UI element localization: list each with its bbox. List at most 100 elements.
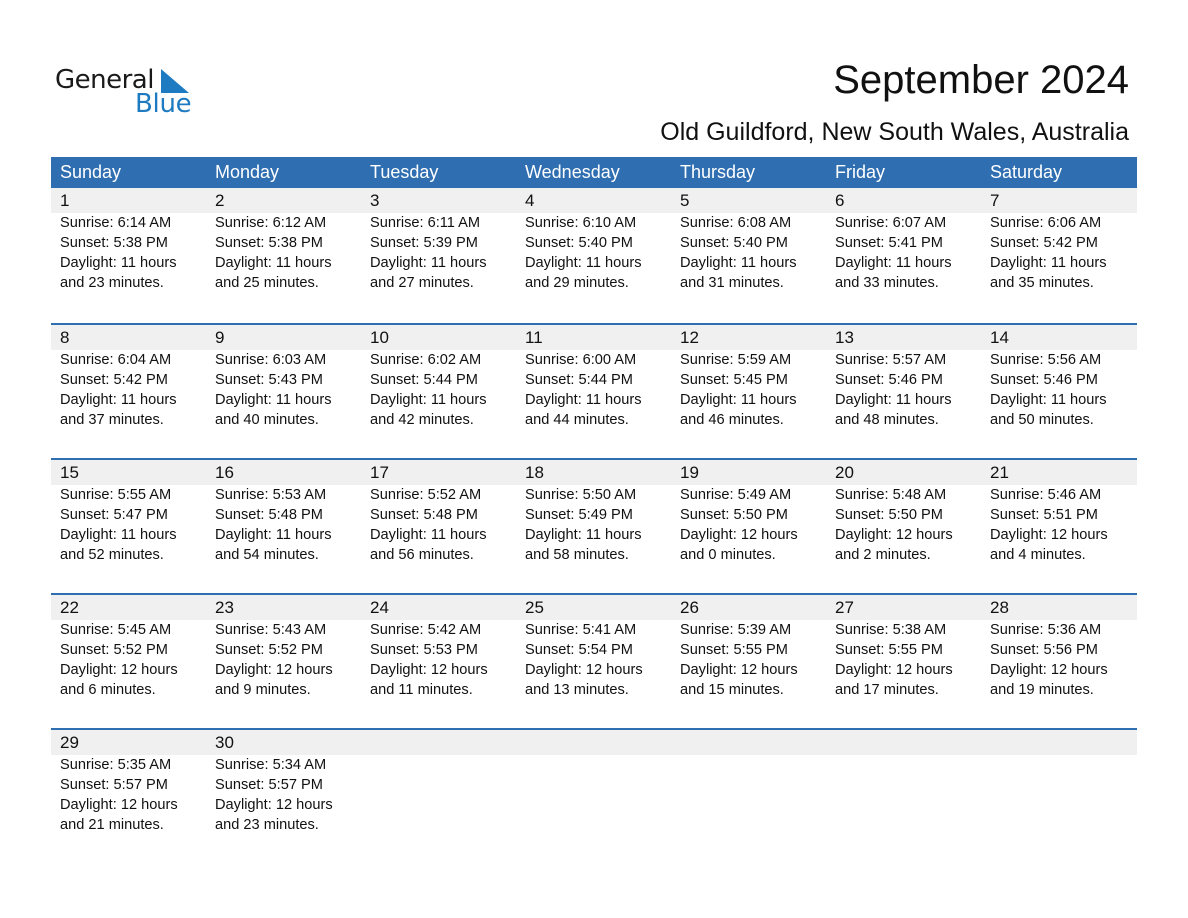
daylight-text: Daylight: 11 hours xyxy=(370,255,487,271)
day-cell: 16 Sunrise: 5:53 AM Sunset: 5:48 PM Dayligh… xyxy=(206,460,361,565)
sunset-text: Sunset: 5:42 PM xyxy=(60,372,168,388)
day-cell: 26 Sunrise: 5:39 AM Sunset: 5:55 PM Dayligh… xyxy=(671,595,826,700)
week-days: 29 Sunrise: 5:35 AM Sunset: 5:57 PM Dayligh… xyxy=(51,730,1137,835)
daylight-minutes-text: and 31 minutes. xyxy=(680,275,784,291)
daylight-minutes-text: and 54 minutes. xyxy=(215,547,319,563)
sunset-text: Sunset: 5:44 PM xyxy=(525,372,633,388)
sunrise-text: Sunrise: 6:03 AM xyxy=(215,352,327,368)
daylight-minutes-text: and 50 minutes. xyxy=(990,412,1094,428)
day-number: 30 xyxy=(215,733,234,752)
week-days: 1 Sunrise: 6:14 AM Sunset: 5:38 PM Daylight… xyxy=(51,188,1137,293)
day-number: 13 xyxy=(835,328,854,347)
sunrise-text: Sunrise: 6:12 AM xyxy=(215,215,327,231)
weeks-container: 1 Sunrise: 6:14 AM Sunset: 5:38 PM Daylight… xyxy=(51,188,1137,863)
day-cell: 10 Sunrise: 6:02 AM Sunset: 5:44 PM Dayligh… xyxy=(361,325,516,430)
day-cell: 19 Sunrise: 5:49 AM Sunset: 5:50 PM Dayligh… xyxy=(671,460,826,565)
day-cell: 18 Sunrise: 5:50 AM Sunset: 5:49 PM Dayligh… xyxy=(516,460,671,565)
sunset-text: Sunset: 5:41 PM xyxy=(835,235,943,251)
empty-day-cell xyxy=(981,730,1136,835)
day-cell: 1 Sunrise: 6:14 AM Sunset: 5:38 PM Daylight… xyxy=(51,188,206,293)
week-row: 29 Sunrise: 5:35 AM Sunset: 5:57 PM Dayligh… xyxy=(51,728,1137,863)
sunset-text: Sunset: 5:52 PM xyxy=(60,642,168,658)
day-cell: 24 Sunrise: 5:42 AM Sunset: 5:53 PM Dayligh… xyxy=(361,595,516,700)
logo: General Blue xyxy=(55,64,205,120)
sunrise-text: Sunrise: 6:06 AM xyxy=(990,215,1102,231)
day-cell: 11 Sunrise: 6:00 AM Sunset: 5:44 PM Dayligh… xyxy=(516,325,671,430)
sunset-text: Sunset: 5:44 PM xyxy=(370,372,478,388)
weekday-header-sunday: Sunday xyxy=(60,162,122,182)
day-cell: 8 Sunrise: 6:04 AM Sunset: 5:42 PM Daylight… xyxy=(51,325,206,430)
daylight-text: Daylight: 12 hours xyxy=(680,662,798,678)
day-cell: 29 Sunrise: 5:35 AM Sunset: 5:57 PM Dayligh… xyxy=(51,730,206,835)
daylight-minutes-text: and 23 minutes. xyxy=(215,817,319,833)
day-number: 21 xyxy=(990,463,1009,482)
day-cell: 27 Sunrise: 5:38 AM Sunset: 5:55 PM Dayligh… xyxy=(826,595,981,700)
day-cell: 6 Sunrise: 6:07 AM Sunset: 5:41 PM Daylight… xyxy=(826,188,981,293)
day-number: 27 xyxy=(835,598,854,617)
daylight-text: Daylight: 11 hours xyxy=(215,255,332,271)
daylight-minutes-text: and 19 minutes. xyxy=(990,682,1094,698)
daylight-text: Daylight: 11 hours xyxy=(525,527,642,543)
daylight-minutes-text: and 13 minutes. xyxy=(525,682,629,698)
logo-word-blue: Blue xyxy=(135,89,192,119)
weekday-header-row: Sunday Monday Tuesday Wednesday Thursday… xyxy=(51,157,1137,188)
daylight-minutes-text: and 42 minutes. xyxy=(370,412,474,428)
sunset-text: Sunset: 5:57 PM xyxy=(215,777,323,793)
day-number: 14 xyxy=(990,328,1009,347)
day-cell: 15 Sunrise: 5:55 AM Sunset: 5:47 PM Dayligh… xyxy=(51,460,206,565)
daylight-minutes-text: and 21 minutes. xyxy=(60,817,164,833)
sunrise-text: Sunrise: 6:07 AM xyxy=(835,215,947,231)
weekday-header-friday: Friday xyxy=(835,162,886,182)
day-number: 7 xyxy=(990,191,1000,210)
day-cell: 30 Sunrise: 5:34 AM Sunset: 5:57 PM Dayligh… xyxy=(206,730,361,835)
sunrise-text: Sunrise: 5:41 AM xyxy=(525,622,637,638)
sunset-text: Sunset: 5:55 PM xyxy=(680,642,788,658)
daylight-text: Daylight: 12 hours xyxy=(60,662,178,678)
sunset-text: Sunset: 5:55 PM xyxy=(835,642,943,658)
day-cell: 22 Sunrise: 5:45 AM Sunset: 5:52 PM Dayligh… xyxy=(51,595,206,700)
sunset-text: Sunset: 5:46 PM xyxy=(835,372,943,388)
sunrise-text: Sunrise: 6:14 AM xyxy=(60,215,172,231)
sunrise-text: Sunrise: 6:02 AM xyxy=(370,352,482,368)
sunrise-text: Sunrise: 5:56 AM xyxy=(990,352,1102,368)
daylight-minutes-text: and 52 minutes. xyxy=(60,547,164,563)
sunset-text: Sunset: 5:48 PM xyxy=(370,507,478,523)
day-number: 6 xyxy=(835,191,845,210)
daylight-minutes-text: and 0 minutes. xyxy=(680,547,776,563)
daylight-minutes-text: and 46 minutes. xyxy=(680,412,784,428)
daylight-text: Daylight: 11 hours xyxy=(990,255,1107,271)
week-row: 15 Sunrise: 5:55 AM Sunset: 5:47 PM Dayligh… xyxy=(51,458,1137,593)
daylight-text: Daylight: 12 hours xyxy=(215,662,333,678)
daylight-text: Daylight: 11 hours xyxy=(370,392,487,408)
daylight-minutes-text: and 35 minutes. xyxy=(990,275,1094,291)
daylight-minutes-text: and 6 minutes. xyxy=(60,682,156,698)
daylight-text: Daylight: 11 hours xyxy=(215,527,332,543)
day-cell: 5 Sunrise: 6:08 AM Sunset: 5:40 PM Daylight… xyxy=(671,188,826,293)
daylight-text: Daylight: 12 hours xyxy=(370,662,488,678)
weekday-header-tuesday: Tuesday xyxy=(370,162,439,182)
day-cell: 3 Sunrise: 6:11 AM Sunset: 5:39 PM Daylight… xyxy=(361,188,516,293)
sunrise-text: Sunrise: 5:50 AM xyxy=(525,487,637,503)
daylight-text: Daylight: 12 hours xyxy=(990,527,1108,543)
daylight-minutes-text: and 48 minutes. xyxy=(835,412,939,428)
daylight-text: Daylight: 11 hours xyxy=(525,392,642,408)
day-number: 3 xyxy=(370,191,380,210)
sunrise-text: Sunrise: 5:39 AM xyxy=(680,622,792,638)
day-number: 16 xyxy=(215,463,234,482)
daylight-minutes-text: and 4 minutes. xyxy=(990,547,1086,563)
day-number: 29 xyxy=(60,733,79,752)
sunrise-text: Sunrise: 5:46 AM xyxy=(990,487,1102,503)
daylight-text: Daylight: 11 hours xyxy=(60,527,177,543)
daylight-minutes-text: and 23 minutes. xyxy=(60,275,164,291)
calendar-grid: Sunday Monday Tuesday Wednesday Thursday… xyxy=(51,157,1137,863)
day-number: 26 xyxy=(680,598,699,617)
day-number: 5 xyxy=(680,191,690,210)
sunrise-text: Sunrise: 6:11 AM xyxy=(370,215,481,231)
daylight-text: Daylight: 11 hours xyxy=(215,392,332,408)
empty-day-cell xyxy=(671,730,826,835)
sunset-text: Sunset: 5:51 PM xyxy=(990,507,1098,523)
sunset-text: Sunset: 5:46 PM xyxy=(990,372,1098,388)
day-cell: 17 Sunrise: 5:52 AM Sunset: 5:48 PM Dayligh… xyxy=(361,460,516,565)
day-number: 19 xyxy=(680,463,699,482)
sunrise-text: Sunrise: 5:48 AM xyxy=(835,487,947,503)
